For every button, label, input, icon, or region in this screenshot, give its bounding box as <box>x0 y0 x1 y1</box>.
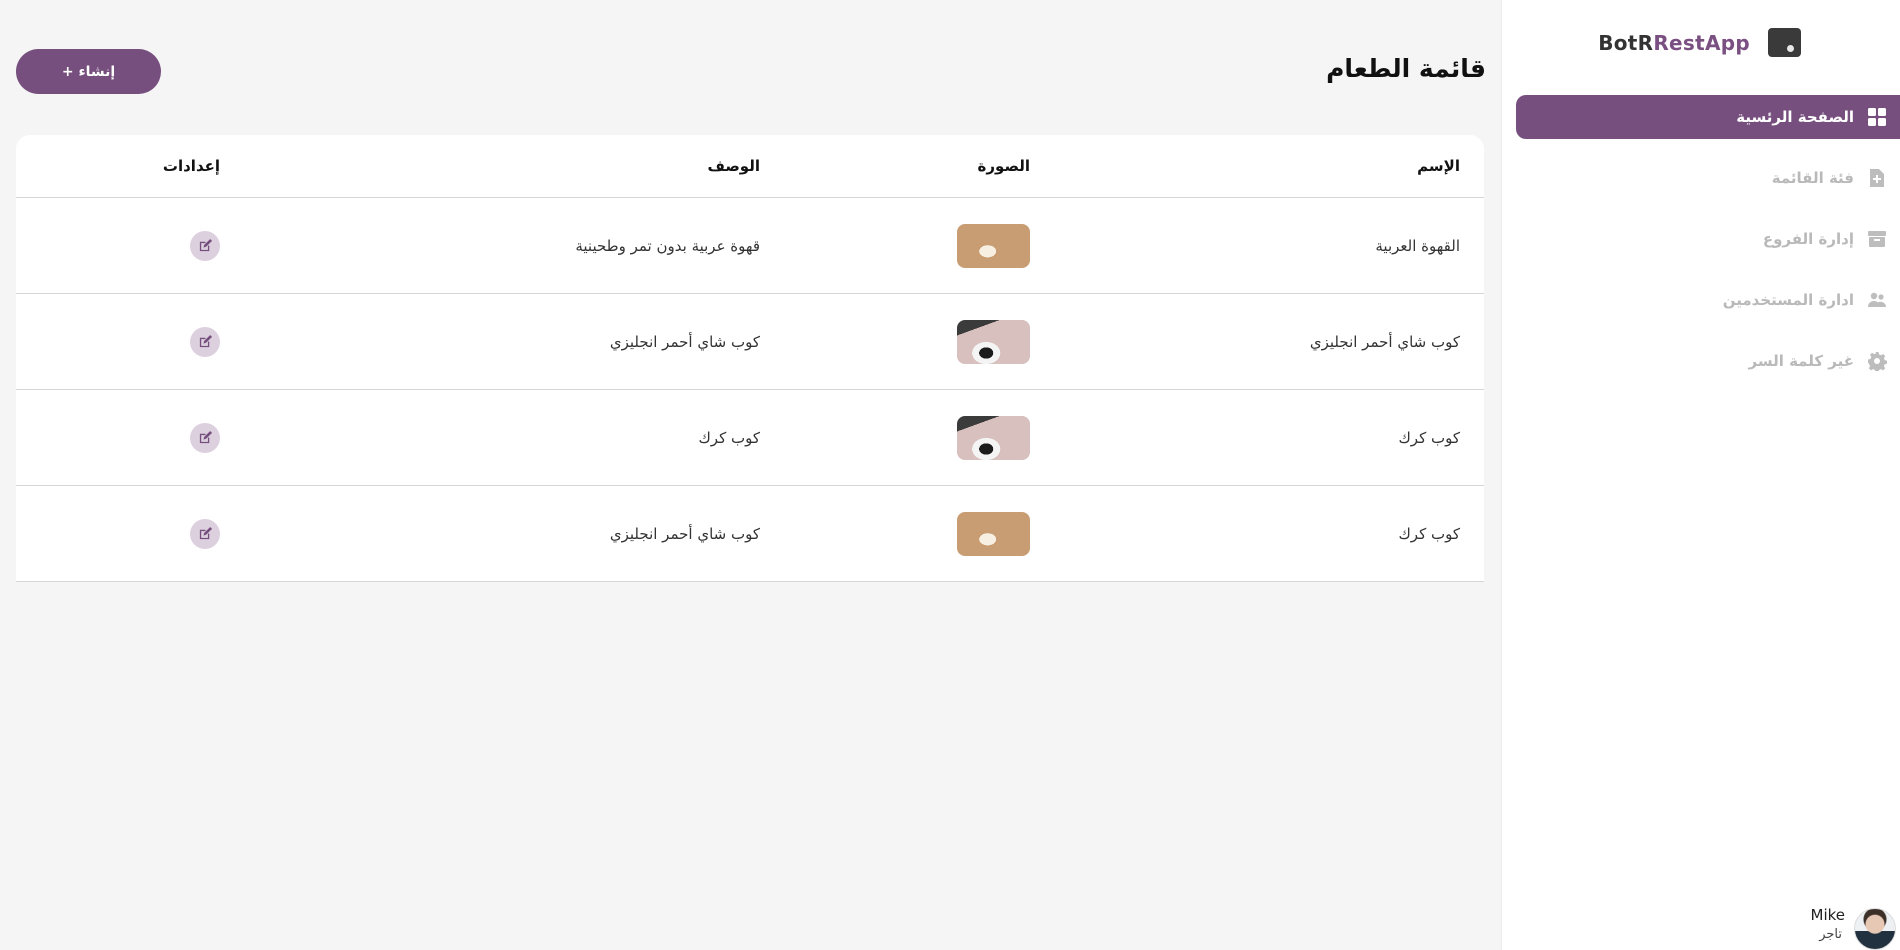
item-name: كوب كرك <box>1398 428 1460 447</box>
sidebar-item-menu-category[interactable]: فئة القائمة <box>1516 156 1900 200</box>
edit-button[interactable] <box>190 422 220 453</box>
sidebar-nav: الصفحة الرئسية فئة القائمة إدارة الفروع … <box>1516 95 1900 400</box>
file-plus-icon <box>1866 167 1888 189</box>
item-name: كوب شاي أحمر انجليزي <box>1309 332 1460 351</box>
create-button[interactable]: إنشاء + <box>16 49 161 94</box>
brand-name: BotRRestApp <box>1598 30 1750 55</box>
column-header-name[interactable]: الإسم <box>1417 135 1460 197</box>
archive-box-icon <box>1866 228 1888 250</box>
edit-icon <box>199 526 212 540</box>
edit-icon <box>199 430 212 444</box>
table-row[interactable]: كوب شاي أحمر انجليزي كوب شاي أحمر انجليز… <box>16 294 1484 390</box>
sidebar: BotRRestApp الصفحة الرئسية فئة القائمة إ… <box>1501 0 1900 950</box>
item-name: كوب كرك <box>1398 524 1460 543</box>
sidebar-item-label: فئة القائمة <box>1771 169 1854 187</box>
user-name: Mike <box>1810 906 1846 924</box>
edit-icon <box>199 238 212 252</box>
column-header-image[interactable]: الصورة <box>978 135 1030 197</box>
sidebar-item-label: ادارة المستخدمين <box>1722 291 1854 309</box>
users-icon <box>1866 289 1888 311</box>
brand-logo-icon <box>1768 28 1801 57</box>
table-row[interactable]: كوب كرك كوب شاي أحمر انجليزي <box>16 486 1484 582</box>
item-description: كوب شاي أحمر انجليزي <box>609 524 760 543</box>
user-profile[interactable]: Mike تاجر <box>1770 906 1900 950</box>
edit-button[interactable] <box>190 518 220 549</box>
edit-icon <box>199 334 212 348</box>
latte-thumbnail <box>957 511 1030 556</box>
table-header: الإسم الصورة الوصف إعدادات <box>16 135 1484 198</box>
dashboard-grid-icon <box>1866 106 1888 128</box>
item-description: كوب شاي أحمر انجليزي <box>609 332 760 351</box>
sidebar-item-home[interactable]: الصفحة الرئسية <box>1516 95 1900 139</box>
table-row[interactable]: كوب كرك كوب كرك <box>16 390 1484 486</box>
user-role: تاجر <box>1819 927 1842 942</box>
latte-thumbnail <box>957 223 1030 268</box>
column-header-settings[interactable]: إعدادات <box>163 135 220 197</box>
brand[interactable]: BotRRestApp <box>1598 28 1801 57</box>
item-description: قهوة عربية بدون تمر وطحينية <box>575 236 760 255</box>
sidebar-item-label: الصفحة الرئسية <box>1736 108 1854 126</box>
avatar[interactable] <box>1854 908 1896 950</box>
sidebar-item-branches[interactable]: إدارة الفروع <box>1516 217 1900 261</box>
sidebar-item-label: إدارة الفروع <box>1762 230 1854 248</box>
edit-button[interactable] <box>190 230 220 261</box>
item-description: كوب كرك <box>698 428 760 447</box>
edit-button[interactable] <box>190 326 220 357</box>
sidebar-item-users[interactable]: ادارة المستخدمين <box>1516 278 1900 322</box>
menu-table: الإسم الصورة الوصف إعدادات القهوة العربي… <box>16 135 1484 582</box>
pour-over-thumbnail <box>957 319 1030 364</box>
page-title: قائمة الطعام <box>1326 54 1486 83</box>
item-name: القهوة العربية <box>1375 236 1460 255</box>
column-header-description[interactable]: الوصف <box>707 135 760 197</box>
table-row[interactable]: القهوة العربية قهوة عربية بدون تمر وطحين… <box>16 198 1484 294</box>
sidebar-item-change-password[interactable]: غير كلمة السر <box>1516 339 1900 383</box>
gear-icon <box>1866 350 1888 372</box>
sidebar-item-label: غير كلمة السر <box>1748 352 1854 370</box>
pour-over-thumbnail <box>957 415 1030 460</box>
